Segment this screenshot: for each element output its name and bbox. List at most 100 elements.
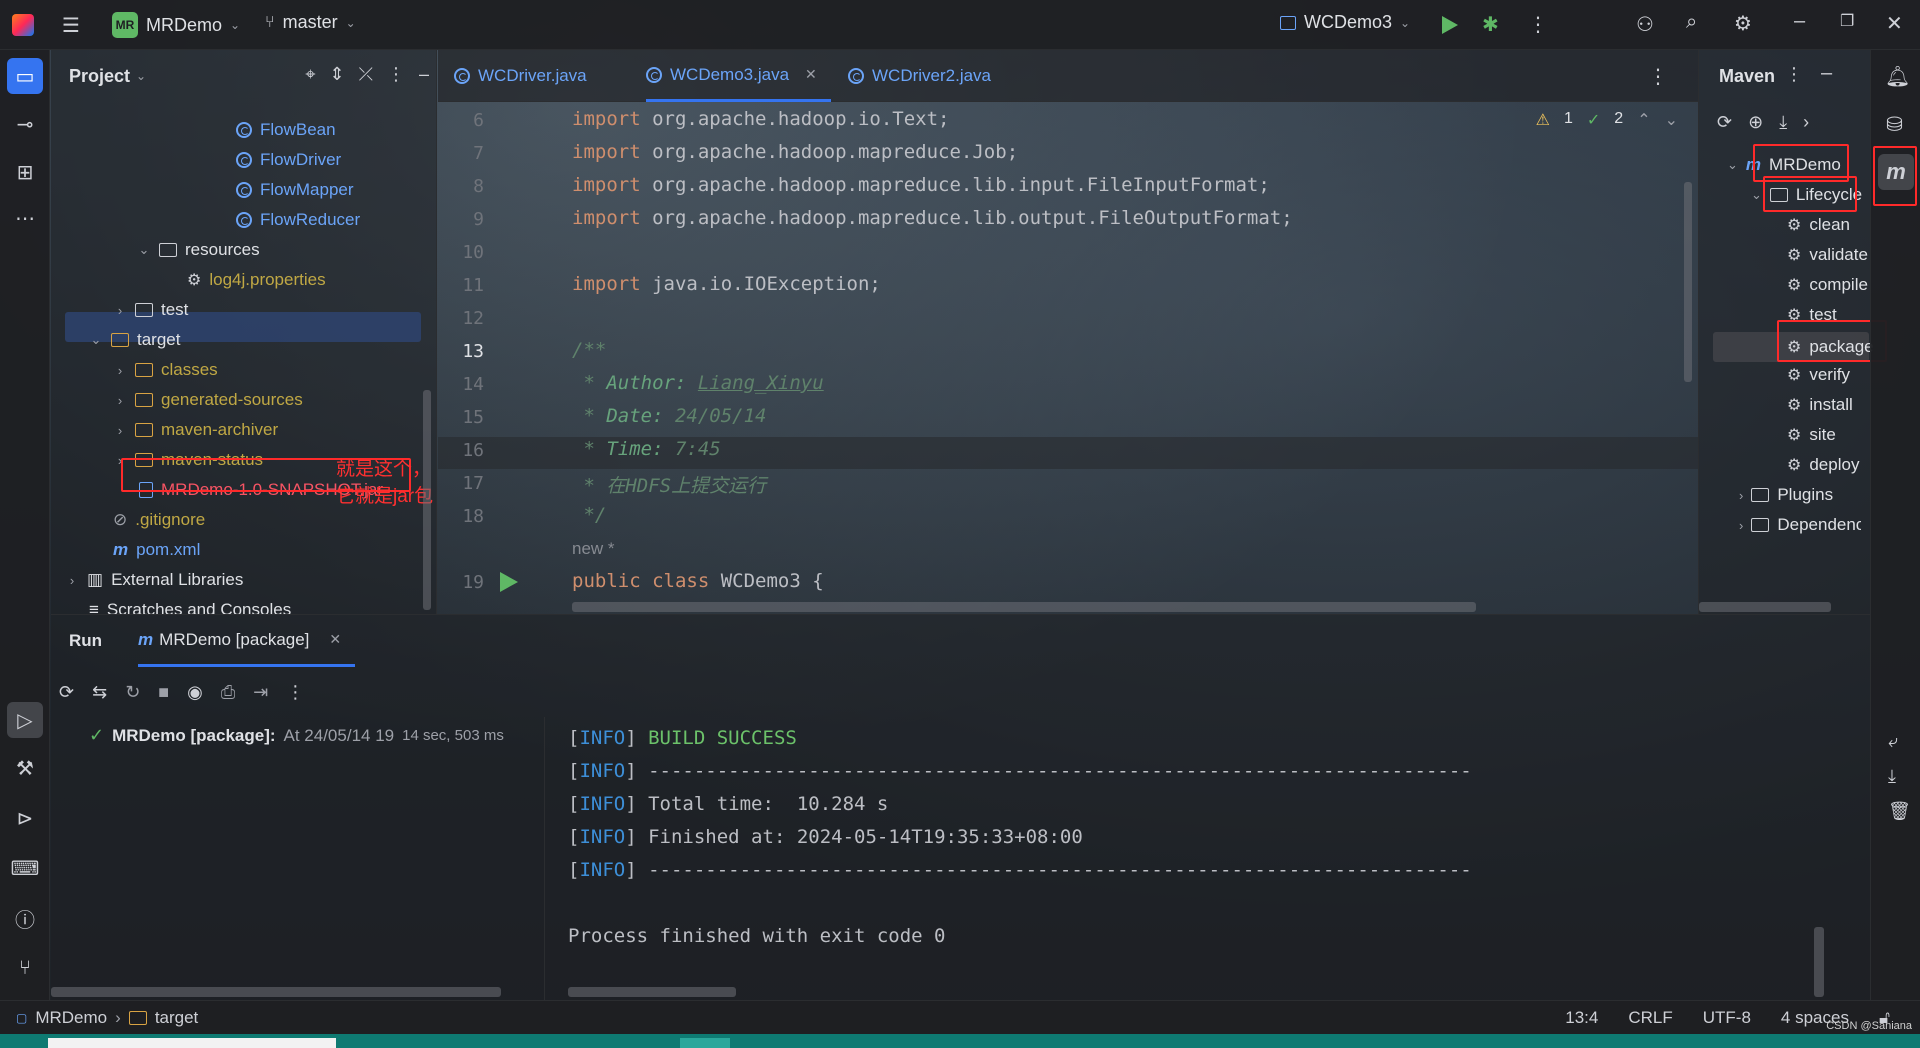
chevron-down-icon[interactable]: ⌄ xyxy=(136,69,146,83)
maven-goal-clean[interactable]: ⚙ clean xyxy=(1787,210,1850,240)
file-encoding[interactable]: UTF-8 xyxy=(1703,1008,1751,1028)
maven-scrollbar[interactable] xyxy=(1699,602,1831,612)
export-icon[interactable]: ⇥ xyxy=(253,682,268,703)
database-icon[interactable]: ⛁ xyxy=(1886,112,1903,137)
chevron-right-icon[interactable]: › xyxy=(113,363,127,378)
tree-item-maven-archiver[interactable]: › maven-archiver xyxy=(113,415,278,445)
tree-item-gitignore[interactable]: ⊘ .gitignore xyxy=(113,505,205,535)
tree-item-pom[interactable]: m pom.xml xyxy=(113,535,200,565)
project-panel-title[interactable]: Project xyxy=(69,66,130,87)
reload-icon[interactable]: ⟳ xyxy=(1717,112,1732,133)
editor-horizontal-scrollbar[interactable] xyxy=(572,602,1476,612)
main-menu-icon[interactable]: ☰ xyxy=(62,13,80,38)
more-toolbar-icon[interactable]: › xyxy=(1803,112,1809,133)
hide-panel-icon[interactable]: – xyxy=(1821,62,1832,85)
run-config-selector[interactable]: WCDemo3 ⌄ xyxy=(1280,12,1410,33)
chevron-right-icon[interactable]: › xyxy=(113,303,127,318)
next-highlight-icon[interactable]: ⌄ xyxy=(1665,110,1678,130)
services-tool-icon[interactable]: ⊳ xyxy=(7,800,43,836)
maven-plugins[interactable]: › Plugins xyxy=(1739,480,1833,510)
download-icon[interactable]: ⤓ xyxy=(1779,112,1787,133)
build-tool-icon[interactable]: ⚒ xyxy=(7,750,43,786)
breadcrumb-folder[interactable]: target xyxy=(155,1008,198,1028)
run-gutter-icon[interactable] xyxy=(500,572,518,592)
notifications-icon[interactable]: 🔔︎ xyxy=(1885,64,1910,89)
run-tool-icon[interactable]: ▷ xyxy=(7,702,43,738)
commit-tool-icon[interactable]: ⊸ xyxy=(7,106,43,142)
tree-item-generated-sources[interactable]: › generated-sources xyxy=(113,385,303,415)
tree-item-flowbean[interactable]: FlowBean xyxy=(236,115,336,145)
chevron-right-icon[interactable]: › xyxy=(1739,518,1743,533)
clear-all-icon[interactable]: 🗑︎ xyxy=(1888,801,1911,822)
expand-all-icon[interactable]: ⇕ xyxy=(329,64,344,85)
collapse-all-icon[interactable]: ⤫ xyxy=(359,64,373,85)
inlay-hint[interactable]: new * xyxy=(572,539,615,559)
tree-item-target[interactable]: ⌄ target xyxy=(89,325,181,355)
tree-item-log4j[interactable]: ⚙ log4j.properties xyxy=(187,265,326,295)
maven-goal-validate[interactable]: ⚙ validate xyxy=(1787,240,1868,270)
maven-goal-site[interactable]: ⚙ site xyxy=(1787,420,1836,450)
tree-item-flowmapper[interactable]: FlowMapper xyxy=(236,175,354,205)
add-project-icon[interactable]: ⊕ xyxy=(1748,112,1763,133)
run-result-item[interactable]: ✓ MRDemo [package]: At 24/05/14 19 14 se… xyxy=(89,725,504,746)
tab-wcdriver2[interactable]: WCDriver2.java xyxy=(848,50,991,102)
options-icon[interactable]: ⋮ xyxy=(387,64,405,85)
maven-goal-verify[interactable]: ⚙ verify xyxy=(1787,360,1850,390)
run-tree-scrollbar[interactable] xyxy=(51,987,501,997)
settings-gear-icon[interactable]: ⚙ xyxy=(1734,11,1752,36)
more-actions-icon[interactable]: ⋮ xyxy=(1528,12,1548,37)
tree-item-flowreducer[interactable]: FlowReducer xyxy=(236,205,360,235)
options-icon[interactable]: ⋮ xyxy=(1785,64,1803,85)
problems-tool-icon[interactable]: ⓘ xyxy=(7,900,43,936)
soft-wrap-icon[interactable]: ⤶ xyxy=(1888,731,1911,752)
close-tab-icon[interactable]: ✕ xyxy=(805,66,817,83)
run-tab-package[interactable]: m MRDemo [package] ✕ xyxy=(138,615,356,667)
close-window-icon[interactable]: ✕ xyxy=(1886,11,1903,36)
breadcrumb-project[interactable]: MRDemo xyxy=(35,1008,107,1028)
search-icon[interactable]: ⌕ xyxy=(1686,11,1697,34)
tree-item-test[interactable]: › test xyxy=(113,295,189,325)
screenshot-icon[interactable]: ⎙ xyxy=(221,682,235,703)
tab-options-icon[interactable]: ⋮ xyxy=(1648,64,1668,89)
tab-wcdemo3[interactable]: WCDemo3.java ✕ xyxy=(646,50,831,102)
console-output[interactable]: [INFO] BUILD SUCCESS [INFO] ------------… xyxy=(546,717,1911,1001)
show-icon[interactable]: ◉ xyxy=(187,682,203,703)
chevron-right-icon[interactable]: › xyxy=(113,423,127,438)
chevron-down-icon[interactable]: ⌄ xyxy=(89,332,103,348)
hide-panel-icon[interactable]: – xyxy=(419,64,429,85)
more-tools-icon[interactable]: ⋯ xyxy=(7,200,43,236)
maven-goal-install[interactable]: ⚙ install xyxy=(1787,390,1853,420)
chevron-down-icon[interactable]: ⌄ xyxy=(137,242,151,258)
chevron-right-icon[interactable]: › xyxy=(65,573,79,588)
add-user-icon[interactable]: ⚇ xyxy=(1636,12,1654,37)
structure-tool-icon[interactable]: ⊞ xyxy=(7,154,43,190)
restore-icon[interactable]: ❐ xyxy=(1840,11,1854,31)
chevron-down-icon[interactable]: ⌄ xyxy=(1727,157,1738,173)
tree-item-flowdriver[interactable]: FlowDriver xyxy=(236,145,341,175)
scroll-to-end-icon[interactable]: ⤓ xyxy=(1888,766,1911,787)
maven-goal-deploy[interactable]: ⚙ deploy xyxy=(1787,450,1859,480)
close-tab-icon[interactable]: ✕ xyxy=(329,631,341,648)
line-separator[interactable]: CRLF xyxy=(1628,1008,1672,1028)
rerun-icon[interactable]: ⟳ xyxy=(59,682,74,703)
more-options-icon[interactable]: ⋮ xyxy=(286,682,304,703)
toggle-auto-test-icon[interactable]: ↻ xyxy=(125,682,140,703)
maven-goal-compile[interactable]: ⚙ compile xyxy=(1787,270,1868,300)
editor-vertical-scrollbar[interactable] xyxy=(1684,182,1692,382)
branch-switcher[interactable]: ⑂ master ⌄ xyxy=(265,12,356,33)
terminal-tool-icon[interactable]: ⌨ xyxy=(7,850,43,886)
debug-icon[interactable]: ✱ xyxy=(1482,12,1499,37)
chevron-down-icon[interactable]: ⌄ xyxy=(1751,187,1762,203)
tree-item-classes[interactable]: › classes xyxy=(113,355,218,385)
chevron-right-icon[interactable]: › xyxy=(1739,488,1743,503)
inspection-widget[interactable]: ⚠ 1 ✓ 2 ⌃ ⌄ xyxy=(1536,110,1678,130)
caret-position[interactable]: 13:4 xyxy=(1565,1008,1598,1028)
console-vertical-scrollbar[interactable] xyxy=(1814,927,1824,997)
rerun-failed-icon[interactable]: ⇆ xyxy=(92,682,107,703)
tree-item-resources[interactable]: ⌄ resources xyxy=(137,235,260,265)
console-horizontal-scrollbar[interactable] xyxy=(568,987,736,997)
run-button[interactable] xyxy=(1442,16,1458,34)
locate-icon[interactable]: ⌖ xyxy=(305,64,315,85)
maven-dependencies[interactable]: › Dependencies xyxy=(1739,510,1861,540)
chevron-right-icon[interactable]: › xyxy=(113,393,127,408)
